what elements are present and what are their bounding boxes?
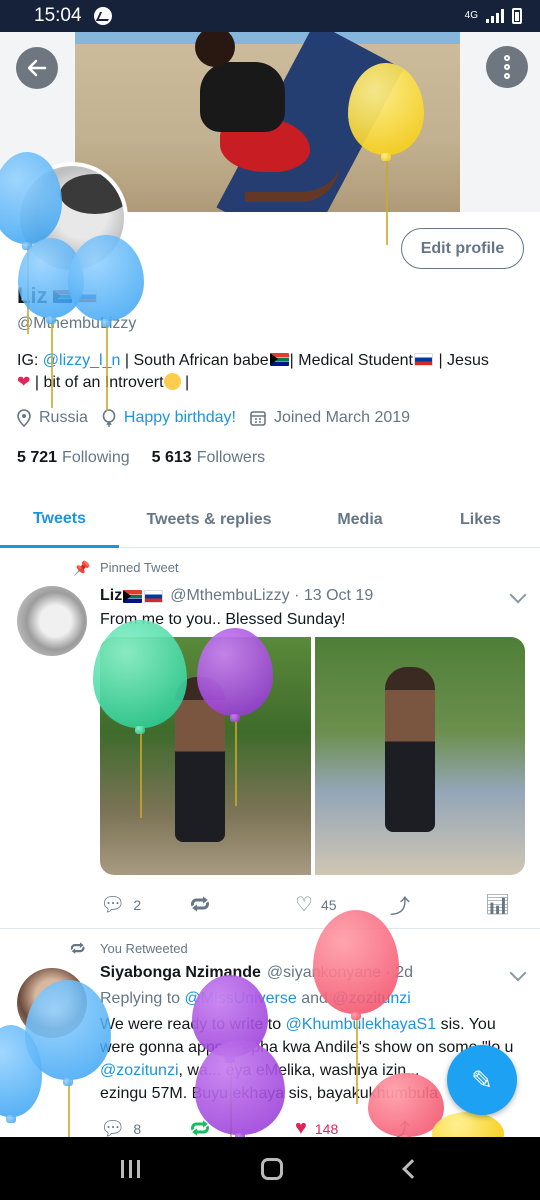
tweet-actions: 💬︎ 2 🔁︎ ♡ 45 ⤴︎ 📊︎ (100, 890, 520, 919)
yellow-balloon (348, 63, 424, 245)
tab-tweets[interactable]: Tweets (0, 492, 119, 548)
status-bar: 15:04 4G (0, 0, 540, 32)
tweet-text-part: sis. You (436, 1016, 496, 1033)
analytics-button[interactable]: 📊︎ (485, 892, 510, 917)
bio-text: | (180, 374, 190, 391)
tweet-author-text: Liz (100, 587, 123, 604)
bio-ig-link[interactable]: @lizzy_l_n (43, 352, 121, 369)
reply-count: 2 (133, 896, 142, 913)
share-button[interactable]: ⤴︎ (390, 890, 485, 919)
tab-tweets-replies[interactable]: Tweets & replies (119, 492, 299, 548)
reply-button[interactable]: 💬︎ 2 (100, 892, 190, 917)
system-back-button[interactable] (402, 1158, 423, 1179)
tweet-photo-2[interactable] (314, 637, 525, 875)
like-count: 45 (320, 896, 337, 913)
pinned-tweet-label: Pinned Tweet (100, 560, 179, 575)
like-count: 148 (314, 1120, 339, 1137)
green-balloon (93, 620, 187, 818)
retweet-button[interactable]: 🔁︎ (190, 890, 295, 919)
purple-balloon (195, 1040, 285, 1141)
more-options-button[interactable] (486, 46, 528, 88)
tweet-author-handle: @MthembuLizzy (170, 587, 290, 604)
share-icon: ⤴︎ (390, 896, 410, 918)
retweet-icon: 🔁︎ (190, 895, 210, 917)
russia-flag-icon (414, 353, 433, 366)
red-heart-icon: ❤ (17, 374, 31, 391)
bio-text: IG: (17, 352, 43, 369)
mention-link[interactable]: @zozitunzi (100, 1062, 179, 1079)
edit-profile-button[interactable]: Edit profile (401, 228, 524, 269)
mention-link[interactable]: @KhumbulekhayaS1 (286, 1016, 437, 1033)
joined-text: Joined March 2019 (273, 409, 411, 426)
more-vertical-icon (504, 55, 510, 79)
messenger-icon (93, 7, 112, 25)
recents-button[interactable] (120, 1159, 140, 1178)
bio-text: | South African babe (120, 352, 269, 369)
reply-count: 8 (133, 1120, 142, 1137)
following-label: Following (62, 449, 130, 466)
signal-icon (486, 9, 504, 23)
compose-tweet-button[interactable]: ✎ (447, 1045, 517, 1115)
reply-icon: 💬︎ (100, 894, 126, 916)
status-time: 15:04 (34, 5, 82, 26)
battery-icon (512, 8, 522, 24)
tab-likes[interactable]: Likes (421, 492, 540, 548)
pink-balloon (313, 910, 399, 1104)
profile-meta: Russia Happy birthday! Joined March 2019 (17, 409, 424, 427)
arrow-left-icon (27, 59, 47, 77)
location-text: Russia (39, 409, 88, 426)
tweet-date: · 13 Oct 19 (294, 587, 374, 604)
chevron-down-icon[interactable] (509, 964, 527, 982)
tab-media[interactable]: Media (299, 492, 421, 548)
followers-count: 5 613 (151, 449, 192, 466)
upside-down-face-icon (163, 373, 181, 390)
compose-feather-icon: ✎ (471, 1064, 493, 1095)
tweet-text-part: were gonna appear epha kwa Andile's show… (100, 1039, 514, 1056)
profile-birthday[interactable]: Happy birthday! (102, 409, 236, 427)
following-link[interactable]: 5 721 Following (17, 449, 130, 467)
blue-balloon (68, 235, 144, 411)
profile-location: Russia (17, 409, 88, 427)
tweet-author-name[interactable]: Liz (100, 587, 164, 605)
south-africa-flag-icon (269, 353, 289, 366)
tweet-header: Liz @MthembuLizzy · 13 Oct 19 (100, 587, 373, 605)
bio-text: | Jesus (434, 352, 489, 369)
replying-prefix: Replying to (100, 990, 185, 1007)
followers-label: Followers (196, 449, 266, 466)
retweet-context-icon: 🔁︎ (70, 941, 86, 958)
home-button[interactable] (261, 1157, 284, 1180)
back-button[interactable] (16, 47, 58, 89)
analytics-icon: 📊︎ (485, 894, 511, 916)
profile-joined: Joined March 2019 (250, 409, 410, 427)
profile-tabs: Tweets Tweets & replies Media Likes (0, 492, 540, 548)
followers-link[interactable]: 5 613 Followers (152, 449, 266, 467)
bio-text: | Medical Student (289, 352, 413, 369)
follow-counts: 5 721 Following 5 613 Followers (17, 449, 265, 467)
location-pin-icon (17, 409, 31, 427)
network-type: 4G (464, 10, 478, 21)
profile-bio: IG: @lizzy_l_n | South African babe | Med… (17, 350, 527, 394)
south-africa-flag-icon (123, 589, 143, 603)
balloon-icon (102, 409, 116, 427)
birthday-text[interactable]: Happy birthday! (124, 409, 236, 427)
chevron-down-icon[interactable] (509, 586, 527, 604)
russia-flag-icon (144, 589, 164, 603)
tweet-divider (0, 928, 540, 929)
calendar-icon (250, 411, 266, 426)
purple-balloon (197, 628, 273, 806)
heart-outline-icon: ♡ (295, 894, 313, 916)
system-nav-bar (0, 1137, 540, 1200)
pin-icon: 📌 (73, 560, 91, 576)
retweeted-label: You Retweeted (100, 941, 188, 956)
following-count: 5 721 (17, 449, 58, 466)
tweet-avatar[interactable] (17, 586, 87, 656)
